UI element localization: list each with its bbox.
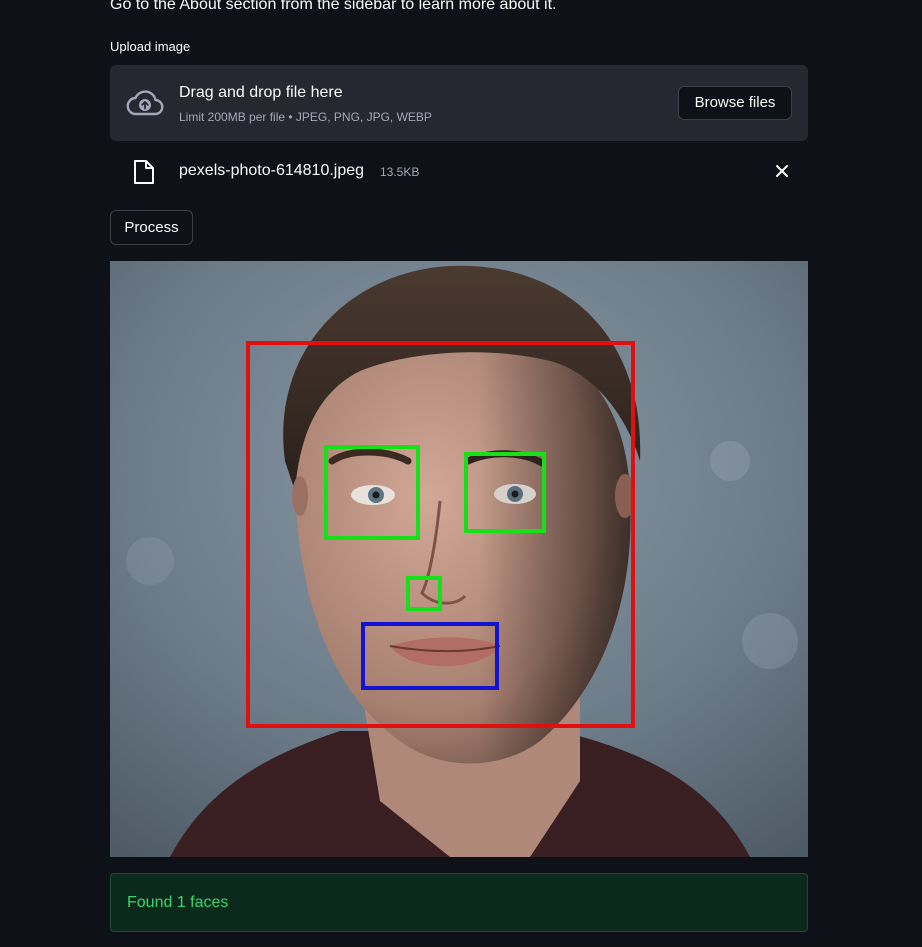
result-image [110, 261, 808, 857]
uploaded-file-row: pexels-photo-614810.jpeg 13.5KB [110, 150, 808, 192]
dropzone-title: Drag and drop file here [179, 84, 343, 101]
intro-text: Go to the About section from the sidebar… [110, 0, 557, 13]
upload-label: Upload image [110, 39, 191, 54]
file-name: pexels-photo-614810.jpeg [179, 162, 365, 179]
success-alert: Found 1 faces [110, 873, 808, 932]
process-button[interactable]: Process [110, 210, 193, 245]
browse-files-button[interactable]: Browse files [678, 86, 792, 120]
close-icon[interactable] [773, 162, 791, 180]
file-size: 13.5KB [380, 165, 420, 179]
file-dropzone[interactable]: Drag and drop file here Limit 200MB per … [110, 65, 808, 141]
cloud-upload-icon [126, 90, 164, 116]
face-detection-image [110, 261, 808, 857]
result-message: Found 1 faces [127, 894, 229, 911]
dropzone-limit-text: Limit 200MB per file • JPEG, PNG, JPG, W… [179, 110, 432, 124]
file-icon [134, 160, 154, 184]
